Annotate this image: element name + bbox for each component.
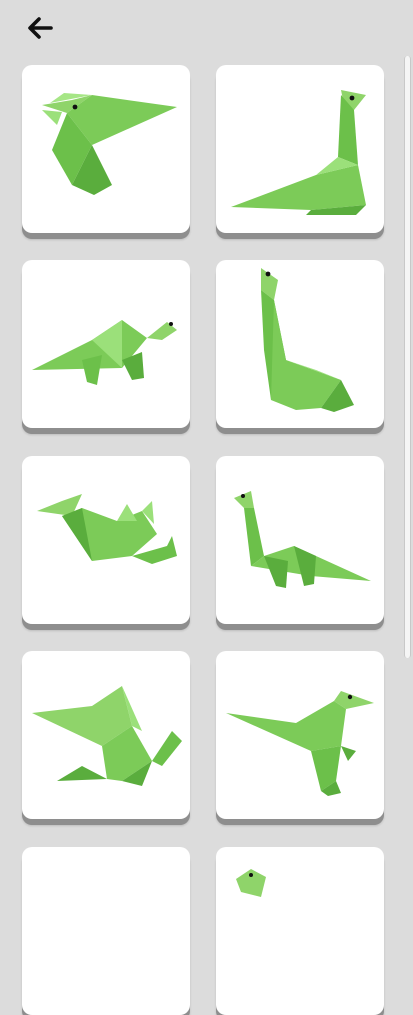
gallery-card-brontosaurus[interactable] bbox=[22, 260, 190, 428]
origami-dragon-serpent-icon bbox=[37, 494, 177, 564]
gallery-card-diplodocus[interactable] bbox=[216, 456, 384, 624]
origami-sauropod-icon bbox=[231, 90, 366, 215]
gallery-card-raptor[interactable] bbox=[216, 651, 384, 819]
origami-partial-icon bbox=[22, 847, 190, 1015]
origami-gallery bbox=[0, 0, 413, 1015]
scrollbar[interactable] bbox=[404, 56, 411, 658]
gallery-card-partial-left[interactable] bbox=[22, 847, 190, 1015]
gallery-card-dragon-serpent[interactable] bbox=[22, 456, 190, 624]
origami-brachiosaurus-icon bbox=[261, 268, 354, 412]
gallery-card-pterodactyl[interactable] bbox=[22, 65, 190, 233]
gallery-card-winged-dragon[interactable] bbox=[22, 651, 190, 819]
origami-pterodactyl-icon bbox=[42, 93, 177, 195]
gallery-card-sauropod[interactable] bbox=[216, 65, 384, 233]
origami-partial-icon bbox=[236, 869, 266, 897]
origami-raptor-icon bbox=[226, 691, 374, 796]
origami-winged-dragon-icon bbox=[32, 686, 182, 786]
origami-brontosaurus-icon bbox=[32, 320, 177, 385]
gallery-card-brachiosaurus[interactable] bbox=[216, 260, 384, 428]
gallery-card-partial-right[interactable] bbox=[216, 847, 384, 1015]
origami-diplodocus-icon bbox=[234, 491, 371, 588]
